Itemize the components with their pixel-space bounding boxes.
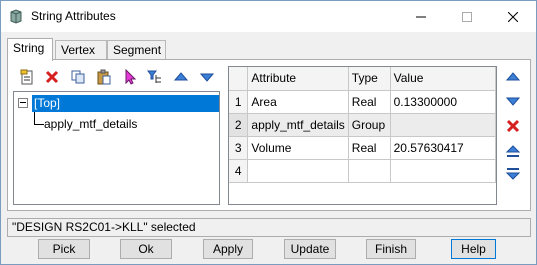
move-row-top-icon[interactable] <box>501 140 525 162</box>
row-number[interactable]: 2 <box>229 113 249 137</box>
maximize-icon[interactable] <box>444 1 490 32</box>
cell-value[interactable]: 20.57630417 <box>390 136 496 160</box>
grid-corner <box>229 67 249 91</box>
row-number[interactable]: 3 <box>229 136 249 160</box>
string-app-icon <box>9 9 23 24</box>
move-up-icon[interactable] <box>170 66 192 88</box>
cell-attribute[interactable]: apply_mtf_details <box>247 113 349 137</box>
table-row[interactable]: 1 Area Real 0.13300000 <box>229 90 496 114</box>
column-header-type[interactable]: Type <box>348 67 391 91</box>
cell-type[interactable]: Real <box>348 90 391 114</box>
table-row[interactable]: 2 apply_mtf_details Group <box>229 113 496 137</box>
cell-type[interactable]: Group <box>348 113 391 137</box>
attribute-grid[interactable]: Attribute Type Value 1 Area Real 0.13300… <box>228 66 497 205</box>
move-row-bottom-icon[interactable] <box>501 163 525 185</box>
select-icon[interactable] <box>119 66 141 88</box>
grid-header-row: Attribute Type Value <box>229 67 496 91</box>
table-row[interactable]: 3 Volume Real 20.57630417 <box>229 136 496 160</box>
finish-button[interactable]: Finish <box>366 239 416 259</box>
update-button[interactable]: Update <box>284 239 336 259</box>
table-row[interactable]: 4 <box>229 159 496 183</box>
copy-icon[interactable] <box>67 66 89 88</box>
new-attribute-icon[interactable] <box>16 66 38 88</box>
close-icon[interactable] <box>490 1 536 32</box>
ok-button[interactable]: Ok <box>120 239 172 259</box>
move-row-down-icon[interactable] <box>501 90 525 112</box>
move-down-icon[interactable] <box>196 66 218 88</box>
delete-icon[interactable] <box>41 66 63 88</box>
tab-vertex[interactable]: Vertex <box>55 40 107 60</box>
cell-value[interactable] <box>390 113 496 137</box>
tree-node-top[interactable]: [Top] <box>32 95 219 112</box>
tree-filter-icon[interactable] <box>144 66 166 88</box>
window-title: String Attributes <box>31 9 116 23</box>
paste-icon[interactable] <box>93 66 115 88</box>
cell-value[interactable]: 0.13300000 <box>390 90 496 114</box>
minimize-icon[interactable] <box>398 1 444 32</box>
pick-button[interactable]: Pick <box>38 239 90 259</box>
attribute-tree[interactable]: [Top] apply_mtf_details <box>13 91 220 205</box>
row-number[interactable]: 1 <box>229 90 249 114</box>
cell-attribute[interactable]: Area <box>247 90 349 114</box>
cell-attribute[interactable]: Volume <box>247 136 349 160</box>
help-button[interactable]: Help <box>451 239 496 259</box>
string-attributes-window: String Attributes String Vertex Segment <box>0 0 537 265</box>
title-bar[interactable]: String Attributes <box>1 1 536 32</box>
row-number[interactable]: 4 <box>229 159 249 183</box>
cell-type[interactable]: Real <box>348 136 391 160</box>
tab-segment[interactable]: Segment <box>107 40 166 60</box>
delete-row-icon[interactable] <box>501 115 525 137</box>
collapse-icon[interactable] <box>18 98 28 108</box>
cell-attribute[interactable] <box>247 159 349 183</box>
tree-node-apply-mtf-details[interactable]: apply_mtf_details <box>44 116 137 133</box>
tab-string[interactable]: String <box>7 38 53 61</box>
apply-button[interactable]: Apply <box>203 239 253 259</box>
column-header-attribute[interactable]: Attribute <box>247 67 349 91</box>
column-header-value[interactable]: Value <box>390 67 496 91</box>
cell-type[interactable] <box>348 159 391 183</box>
status-bar: "DESIGN RS2C01->KLL" selected <box>7 218 531 237</box>
move-row-up-icon[interactable] <box>501 66 525 88</box>
tree-connector <box>34 124 44 125</box>
cell-value[interactable] <box>390 159 496 183</box>
tree-connector <box>34 112 35 124</box>
